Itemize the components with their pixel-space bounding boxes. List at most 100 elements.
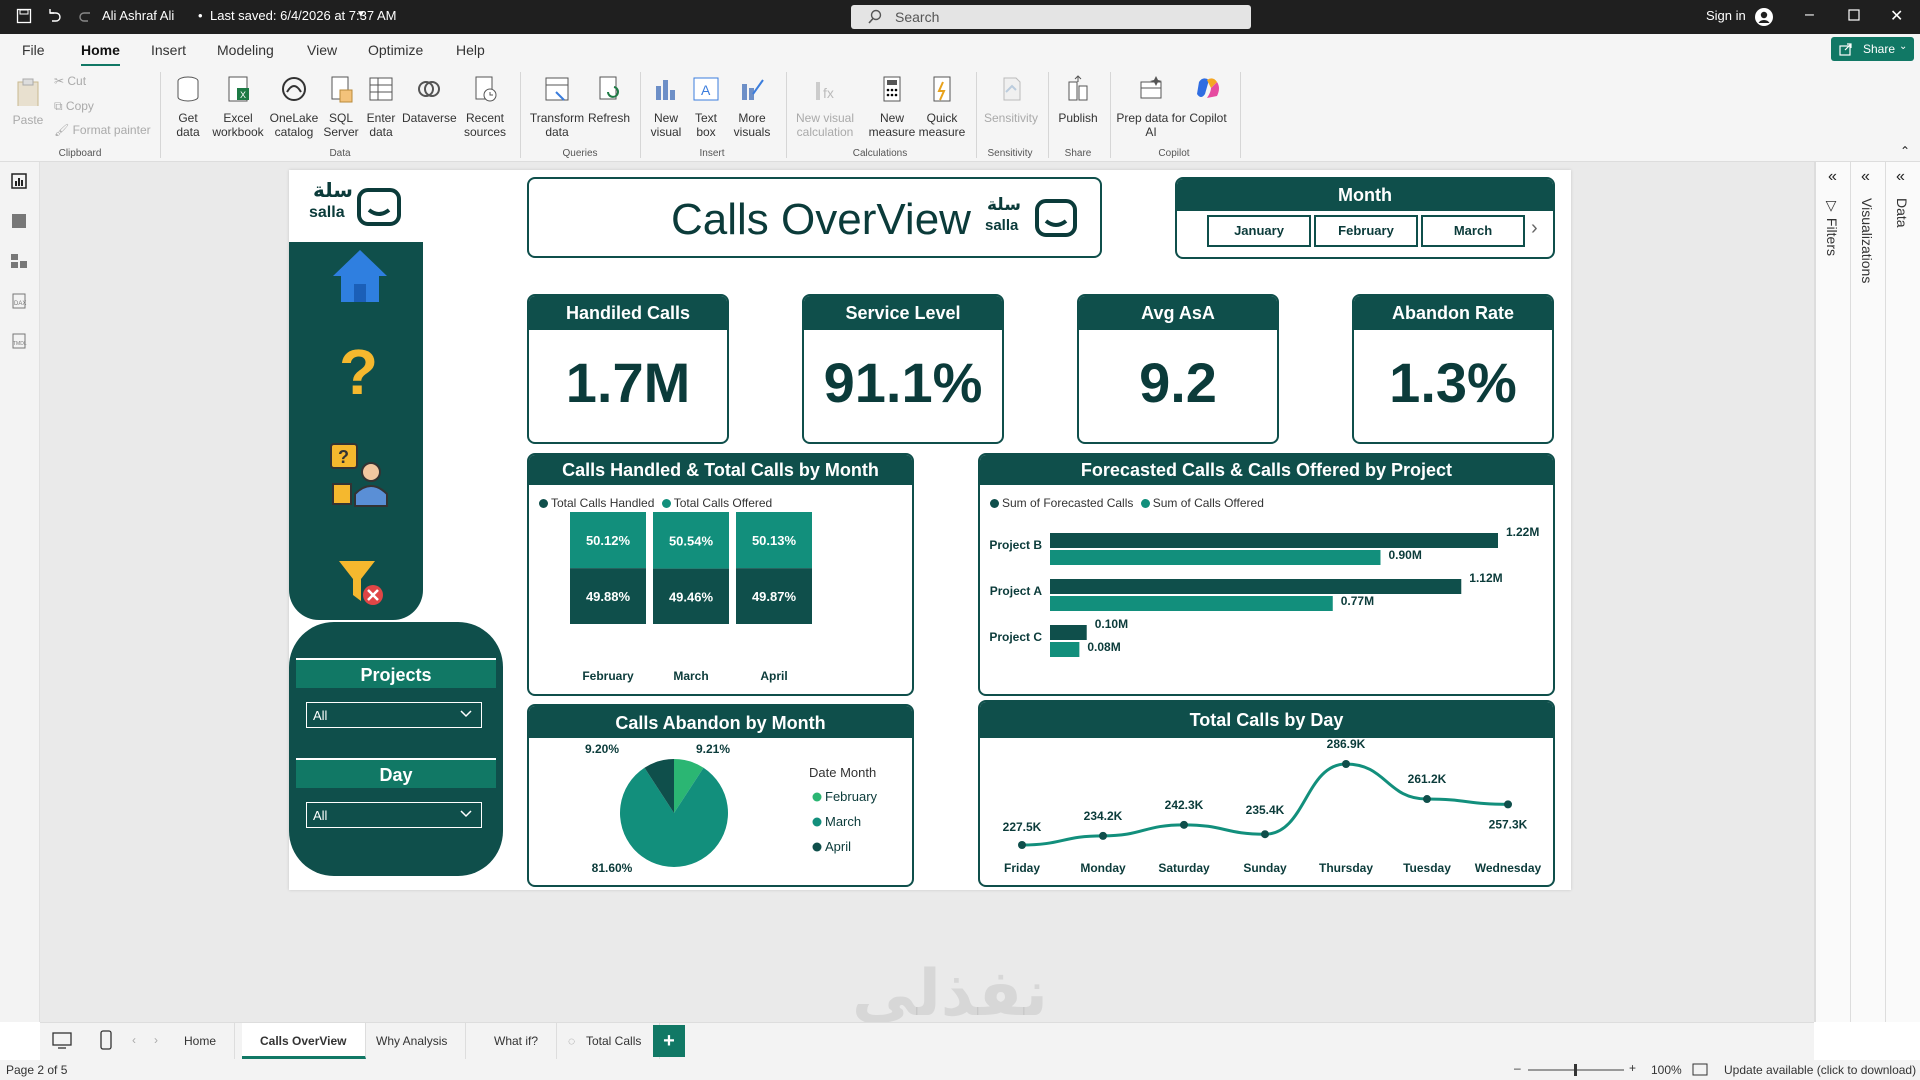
tmdl-view-icon[interactable]: TMDL — [10, 332, 28, 355]
add-page-button[interactable]: + — [653, 1025, 685, 1057]
new-measure-button[interactable]: New measure — [866, 74, 918, 139]
home-icon[interactable] — [331, 246, 389, 311]
quick-measure-button[interactable]: Quick measure — [918, 74, 966, 139]
chart-calls-abandon[interactable]: Calls Abandon by Month Date Month 9.21% 8… — [527, 704, 914, 887]
sensitivity-button[interactable]: Sensitivity — [982, 74, 1040, 125]
logo-text: salla — [309, 204, 345, 221]
minimize-icon[interactable]: – — [1805, 6, 1814, 24]
sql-server-button[interactable]: SQL Server — [322, 74, 360, 139]
sign-in-link[interactable]: Sign in — [1706, 8, 1746, 23]
get-data-button[interactable]: Get data — [168, 74, 208, 139]
tab-insert[interactable]: Insert — [151, 42, 186, 58]
month-option-february[interactable]: February — [1314, 215, 1418, 247]
page-tab-home[interactable]: Home — [166, 1023, 236, 1059]
fit-to-page-icon[interactable] — [1692, 1063, 1708, 1080]
tab-help[interactable]: Help — [456, 42, 485, 58]
search-box[interactable]: Search — [851, 5, 1251, 29]
ribbon-divider — [1110, 72, 1111, 158]
chart-forecast-vs-offered[interactable]: Forecasted Calls & Calls Offered by Proj… — [978, 453, 1555, 696]
report-view-icon[interactable] — [10, 172, 28, 195]
zoom-slider-thumb[interactable] — [1574, 1064, 1577, 1076]
model-view-icon[interactable] — [10, 252, 28, 275]
chevron-right-icon[interactable]: › — [1531, 217, 1538, 240]
transform-data-icon — [545, 77, 569, 101]
redo-icon[interactable] — [78, 7, 94, 26]
desktop-layout-icon[interactable] — [52, 1032, 72, 1053]
new-visual-button[interactable]: New visual — [648, 74, 684, 139]
publish-button[interactable]: Publish — [1054, 74, 1102, 125]
help-icon[interactable]: ? — [335, 336, 383, 408]
page-tab-why-analysis[interactable]: Why Analysis — [358, 1023, 467, 1059]
group-label-insert: Insert — [699, 148, 725, 159]
data-label: 9.20% — [585, 742, 619, 756]
visualizations-pane[interactable]: « Visualizations — [1850, 162, 1884, 1022]
recent-sources-button[interactable]: Recent sources — [458, 74, 512, 139]
share-button[interactable]: Share ⌄ — [1831, 37, 1914, 61]
data-label: 0.90M — [1388, 548, 1421, 562]
copilot-button[interactable]: Copilot — [1186, 74, 1230, 125]
data-point — [1423, 795, 1431, 804]
tab-optimize[interactable]: Optimize — [368, 42, 423, 58]
data-label: 286.9K — [1327, 737, 1366, 751]
copy-button[interactable]: ⧉ Copy — [54, 99, 94, 113]
format-painter-button[interactable]: 🖌 Format painter — [54, 123, 151, 137]
zoom-out-icon[interactable]: – — [1514, 1061, 1521, 1075]
close-icon[interactable]: ✕ — [1890, 6, 1903, 26]
page-tab-total-calls[interactable]: ◌ Total Calls — [558, 1023, 661, 1059]
text-box-button[interactable]: A Text box — [688, 74, 724, 139]
onelake-catalog-button[interactable]: OneLake catalog — [268, 74, 320, 139]
tab-modeling[interactable]: Modeling — [217, 42, 274, 58]
table-view-icon[interactable] — [10, 212, 28, 235]
dot-separator: • — [198, 8, 203, 23]
excel-workbook-button[interactable]: X Excel workbook — [210, 74, 266, 139]
collapse-left-icon[interactable]: « — [1861, 168, 1870, 186]
dax-query-view-icon[interactable]: DAX — [10, 292, 28, 315]
tab-view[interactable]: View — [307, 42, 337, 58]
dataverse-button[interactable]: Dataverse — [402, 74, 457, 125]
save-icon[interactable] — [16, 8, 32, 27]
page-tab-what-if[interactable]: What if? — [476, 1023, 558, 1059]
month-option-january[interactable]: January — [1207, 215, 1311, 247]
filters-pane[interactable]: « ▽ Filters — [1815, 162, 1849, 1022]
zoom-slider[interactable] — [1528, 1064, 1624, 1076]
data-pane[interactable]: « Data — [1885, 162, 1919, 1022]
transform-data-button[interactable]: Transform data — [528, 74, 586, 139]
chevron-right-icon[interactable]: › — [154, 1033, 158, 1047]
chart-total-calls-by-day[interactable]: Total Calls by Day 227.5K Friday 234.2K Mon… — [978, 700, 1555, 887]
projects-dropdown[interactable]: All — [306, 702, 482, 728]
bar-plot: Project B 1.22M 0.90M Project A 1.12M 0.77M Pr… — [989, 525, 1539, 657]
ribbon-divider — [520, 72, 521, 158]
cut-button[interactable]: ✂ Cut — [54, 74, 86, 88]
page-tab-calls-overview[interactable]: Calls OverView — [242, 1023, 366, 1059]
chart-calls-handled-total[interactable]: Calls Handled & Total Calls by Month Tot… — [527, 453, 914, 696]
account-icon[interactable] — [1754, 7, 1774, 30]
mobile-layout-icon[interactable] — [100, 1030, 112, 1053]
new-visual-calculation-button[interactable]: fx New visual calculation — [794, 74, 856, 139]
legend-marker — [812, 792, 822, 802]
chevron-down-icon[interactable]: ▼ — [356, 9, 366, 20]
maximize-icon[interactable] — [1848, 9, 1860, 24]
enter-data-button[interactable]: Enter data — [362, 74, 400, 139]
prep-data-for-ai-button[interactable]: Prep data for AI — [1116, 74, 1186, 139]
view-rail: DAX TMDL — [0, 162, 40, 1022]
clear-filter-icon[interactable] — [337, 557, 385, 612]
refresh-button[interactable]: Refresh — [588, 74, 630, 125]
update-notice[interactable]: Update available (click to download) — [1724, 1063, 1916, 1077]
day-dropdown[interactable]: All — [306, 802, 482, 828]
group-label-data: Data — [329, 148, 351, 159]
collapse-ribbon-icon[interactable]: ⌃ — [1900, 144, 1910, 158]
collapse-left-icon[interactable]: « — [1896, 168, 1905, 186]
more-visuals-button[interactable]: More visuals — [728, 74, 776, 139]
zoom-in-icon[interactable]: + — [1629, 1061, 1636, 1075]
ribbon-tabs: File Home Insert Modeling View Optimize … — [0, 34, 1920, 67]
undo-icon[interactable] — [46, 7, 62, 26]
month-option-march[interactable]: March — [1421, 215, 1525, 247]
why-analysis-icon[interactable]: ? — [329, 442, 391, 513]
tab-file[interactable]: File — [22, 42, 45, 58]
paste-button[interactable]: Paste — [12, 76, 44, 127]
tab-home[interactable]: Home — [81, 42, 120, 67]
copilot-label: Copilot — [1189, 111, 1227, 125]
collapse-left-icon[interactable]: « — [1828, 168, 1837, 186]
chevron-left-icon[interactable]: ‹ — [132, 1033, 136, 1047]
data-point — [1180, 820, 1188, 829]
